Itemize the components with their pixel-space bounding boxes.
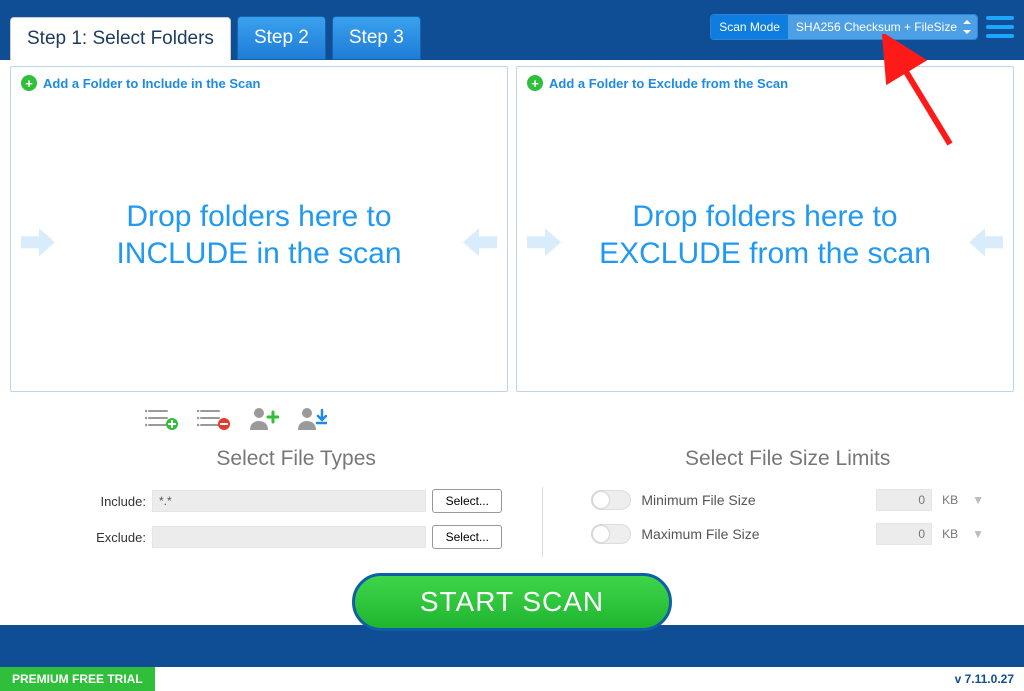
exclude-types-input[interactable] <box>152 526 426 548</box>
plus-icon: + <box>527 75 543 91</box>
include-panel[interactable]: + Add a Folder to Include in the Scan Dr… <box>10 66 508 392</box>
include-types-input[interactable] <box>152 490 426 512</box>
include-types-label: Include: <box>90 494 146 509</box>
list-remove-icon[interactable] <box>197 406 231 435</box>
menu-icon[interactable] <box>986 16 1014 38</box>
tab-step1[interactable]: Step 1: Select Folders <box>10 17 231 60</box>
top-right: Scan Mode SHA256 Checksum + FileSize <box>710 14 1014 40</box>
max-filesize-row: Maximum File Size KB ▼ <box>591 523 984 545</box>
max-filesize-label: Maximum File Size <box>641 526 866 542</box>
include-types-select-button[interactable]: Select... <box>432 489 502 513</box>
add-include-label: Add a Folder to Include in the Scan <box>43 76 260 91</box>
exclude-dropzone[interactable]: Drop folders here to EXCLUDE from the sc… <box>517 99 1013 391</box>
max-filesize-unit: KB <box>942 527 962 541</box>
min-filesize-unit-dropdown[interactable]: ▼ <box>972 493 984 507</box>
tab-step3[interactable]: Step 3 <box>332 16 421 60</box>
exclude-types-label: Exclude: <box>90 530 146 545</box>
settings-row: Select File Types Include: Select... Exc… <box>0 439 1024 567</box>
start-scan-button[interactable]: START SCAN <box>352 573 672 631</box>
filesize-column: Select File Size Limits Minimum File Siz… <box>563 447 984 561</box>
statusbar: PREMIUM FREE TRIAL v 7.11.0.27 <box>0 667 1024 691</box>
scan-mode-block: Scan Mode SHA256 Checksum + FileSize <box>710 14 978 40</box>
topbar: Step 1: Select Folders Step 2 Step 3 Sca… <box>0 0 1024 60</box>
exclude-drop-text: Drop folders here to EXCLUDE from the sc… <box>565 198 965 273</box>
user-download-icon[interactable] <box>297 406 327 435</box>
filetype-column: Select File Types Include: Select... Exc… <box>90 447 522 561</box>
arrow-left-icon <box>969 228 1003 256</box>
max-filesize-unit-dropdown[interactable]: ▼ <box>972 527 984 541</box>
tabs: Step 1: Select Folders Step 2 Step 3 <box>10 0 421 60</box>
exclude-types-row: Exclude: Select... <box>90 525 502 549</box>
drop-row: + Add a Folder to Include in the Scan Dr… <box>0 60 1024 398</box>
arrow-right-icon <box>527 228 561 256</box>
min-filesize-row: Minimum File Size KB ▼ <box>591 489 984 511</box>
scan-mode-select[interactable]: SHA256 Checksum + FileSize <box>788 15 977 39</box>
include-types-row: Include: Select... <box>90 489 502 513</box>
user-add-icon[interactable] <box>249 406 279 435</box>
max-filesize-input[interactable] <box>876 523 932 545</box>
tab-step2[interactable]: Step 2 <box>237 16 326 60</box>
max-filesize-toggle[interactable] <box>591 524 631 544</box>
start-row: START SCAN <box>0 567 1024 625</box>
exclude-types-select-button[interactable]: Select... <box>432 525 502 549</box>
include-drop-text: Drop folders here to INCLUDE in the scan <box>59 198 459 273</box>
min-filesize-toggle[interactable] <box>591 490 631 510</box>
vertical-divider <box>542 487 543 557</box>
min-filesize-label: Minimum File Size <box>641 492 866 508</box>
filetype-title: Select File Types <box>90 447 502 471</box>
list-add-icon[interactable] <box>145 406 179 435</box>
plus-icon: + <box>21 75 37 91</box>
arrow-right-icon <box>21 228 55 256</box>
min-filesize-unit: KB <box>942 493 962 507</box>
min-filesize-input[interactable] <box>876 489 932 511</box>
trial-badge[interactable]: PREMIUM FREE TRIAL <box>0 667 155 691</box>
version-label: v 7.11.0.27 <box>955 672 1024 686</box>
add-exclude-label: Add a Folder to Exclude from the Scan <box>549 76 788 91</box>
add-include-folder-button[interactable]: + Add a Folder to Include in the Scan <box>11 67 507 99</box>
toolbar-icons <box>0 398 1024 439</box>
scan-mode-label: Scan Mode <box>711 15 788 39</box>
filesize-title: Select File Size Limits <box>591 447 984 471</box>
arrow-left-icon <box>463 228 497 256</box>
add-exclude-folder-button[interactable]: + Add a Folder to Exclude from the Scan <box>517 67 1013 99</box>
exclude-panel[interactable]: + Add a Folder to Exclude from the Scan … <box>516 66 1014 392</box>
include-dropzone[interactable]: Drop folders here to INCLUDE in the scan <box>11 99 507 391</box>
